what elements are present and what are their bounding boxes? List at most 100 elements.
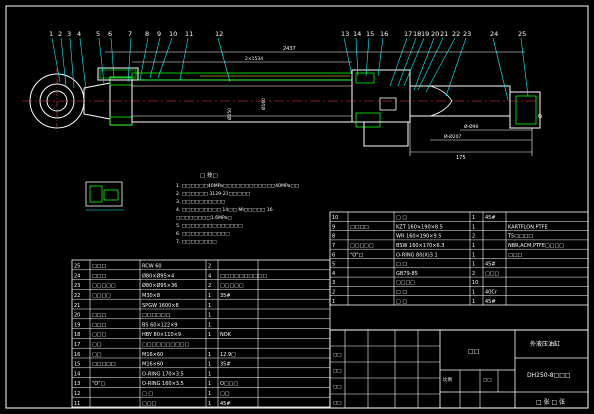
callout-number: 3: [67, 30, 71, 38]
callout-number: 20: [431, 30, 439, 38]
gland-hatch-bottom: [355, 112, 381, 128]
callout-leader: [51, 37, 61, 83]
bom-cell-name: SPGW 1600×8: [142, 303, 179, 309]
bom-cell-no: 3: [332, 280, 335, 286]
dim-overall: 2437: [283, 46, 296, 52]
bom-cell-qty: 1: [208, 303, 211, 309]
bom-cell-name: □□□□□□: [142, 313, 171, 319]
bom-cell-name: M30×8: [142, 293, 160, 299]
bom-cell-qty: 1: [208, 293, 211, 299]
callout-leader: [492, 37, 509, 101]
bom-cell-mat: □□□□□: [220, 283, 244, 289]
bom-cell-name: O-RING 170×3.5: [142, 371, 184, 377]
part-callouts: 1 2 3 4 5 6 7 8 9 10 11 12 13 14 15 16 17 18 19 20 21 22 23 24 2…: [49, 30, 529, 101]
bom-cell-qty: 1: [208, 332, 211, 338]
bom-cell-name: □□□□□□□□□□: [142, 342, 190, 348]
bom-cell-code: □□: [92, 352, 102, 358]
bom-cell-name: BSW 160×170×6.3: [396, 243, 444, 249]
bom-cell-qty: 1: [472, 243, 475, 249]
title-drawing-title: □□: [468, 348, 479, 355]
bom-cell-no: 20: [74, 313, 80, 319]
bom-cell-mat: 35#: [220, 362, 231, 368]
bom-cell-qty: 2: [208, 283, 211, 289]
bom-cell-qty: 1: [208, 322, 211, 328]
callout-number: 6: [108, 30, 112, 38]
bom-cell-name: M16×60: [142, 352, 163, 358]
title-date: □□: [333, 401, 342, 406]
technical-notes: □ 技□ 1. □□□□□□40MPa□□□□□□□□□□□□40MPa□□ 2.…: [176, 171, 299, 245]
bom-cell-no: 21: [74, 303, 80, 309]
bom-cell-qty: 4: [208, 273, 211, 279]
bom-cell-qty: 1: [472, 215, 475, 221]
bom-cell-no: 19: [74, 322, 80, 328]
bom-cell-mat: □□□□□□□□□□: [220, 273, 268, 279]
bom-cell-name: O-RING 160×3.5: [142, 381, 184, 387]
bom-cell-mat: 45#: [220, 401, 231, 407]
bom-cell-no: 15: [74, 362, 80, 368]
callout-number: 19: [421, 30, 429, 38]
bom-cell-code: □□□□: [350, 224, 369, 230]
bom-cell-no: 9: [332, 224, 335, 230]
title-product: 外液压油缸: [530, 340, 560, 348]
bom-cell-no: 14: [74, 371, 80, 377]
callout-leader: [389, 37, 408, 87]
barrel-section-top: [131, 72, 353, 81]
bom-cell-qty: 1: [472, 224, 475, 230]
bom-cell-name: O-RING 80(X)3.1: [396, 252, 438, 258]
bom-cell-code: □□□□□: [350, 243, 374, 249]
callout-leader: [139, 37, 149, 81]
bom-cell-qty: 1: [472, 262, 475, 268]
callout-number: 7: [128, 30, 132, 38]
bom-cell-qty: 1: [208, 391, 211, 397]
bom-cell-no: 11: [74, 401, 80, 407]
callout-number: 15: [366, 30, 374, 38]
callout-leader: [179, 37, 189, 81]
callout-number: 23: [463, 30, 471, 38]
bom-cell-qty: 10: [472, 280, 478, 286]
bom-cell-note: NBR,ACM,PTFE□□□□: [508, 243, 564, 249]
dim-rod: Ø160: [260, 98, 267, 110]
cylinder-assembly: [22, 67, 541, 147]
callout-number: 22: [452, 30, 460, 38]
callout-leader: [60, 37, 67, 87]
bom-cell-qty: 1: [472, 290, 475, 296]
dim-stroke: 2×1534: [245, 56, 263, 62]
gland-hatch-top: [355, 72, 375, 84]
bom-cell-qty: 1: [208, 352, 211, 358]
right-rod-end-hatch: [515, 95, 537, 125]
bom-cell-name: □□□: [142, 401, 156, 407]
bom-cell-qty: 1: [208, 371, 211, 377]
bom-cell-code: □□□□□: [92, 283, 116, 289]
note-line: 3. □□□□□□□□□□: [176, 199, 225, 205]
bom-cell-no: 12: [74, 391, 80, 397]
callout-leader: [520, 37, 529, 97]
bom-cell-name: □ □: [396, 262, 407, 268]
callout-leader: [157, 37, 173, 79]
bom-cell-qty: 2: [472, 271, 475, 277]
bom-cell-no: 8: [332, 234, 335, 240]
detail-view: [85, 181, 124, 211]
bom-cell-mat: □□: [220, 391, 230, 397]
bom-cell-no: 10: [332, 215, 338, 221]
bom-cell-name: □ □: [396, 299, 407, 305]
callout-number: 21: [440, 30, 448, 38]
bom-cell-name: BS 60×122×9: [142, 322, 178, 328]
callout-leader: [417, 37, 444, 91]
detail-view-hatch: [89, 185, 103, 203]
title-drawing-no: DH250-8□□□: [527, 372, 571, 379]
callout-number: 4: [77, 30, 81, 38]
bom-cell-qty: 1: [208, 401, 211, 407]
bom-cell-no: 24: [74, 273, 80, 279]
bom-cell-name: Ø80×Ø95×36: [142, 282, 177, 289]
bom-cell-mat: 12.9□: [220, 352, 236, 358]
bom-cell-name: □□□□: [396, 280, 415, 286]
bom-cell-no: 18: [74, 332, 80, 338]
callout-number: 14: [353, 30, 361, 38]
bom-cell-no: 7: [332, 243, 335, 249]
bom-cell-mat: NOK: [220, 332, 232, 338]
detail-view-hatch-b: [103, 189, 119, 201]
bom-cell-qty: 1: [208, 313, 211, 319]
title-weight-label: □□: [483, 378, 492, 383]
left-cap-hatch-b: [109, 116, 133, 126]
bom-cell-code: □□□□: [92, 293, 111, 299]
